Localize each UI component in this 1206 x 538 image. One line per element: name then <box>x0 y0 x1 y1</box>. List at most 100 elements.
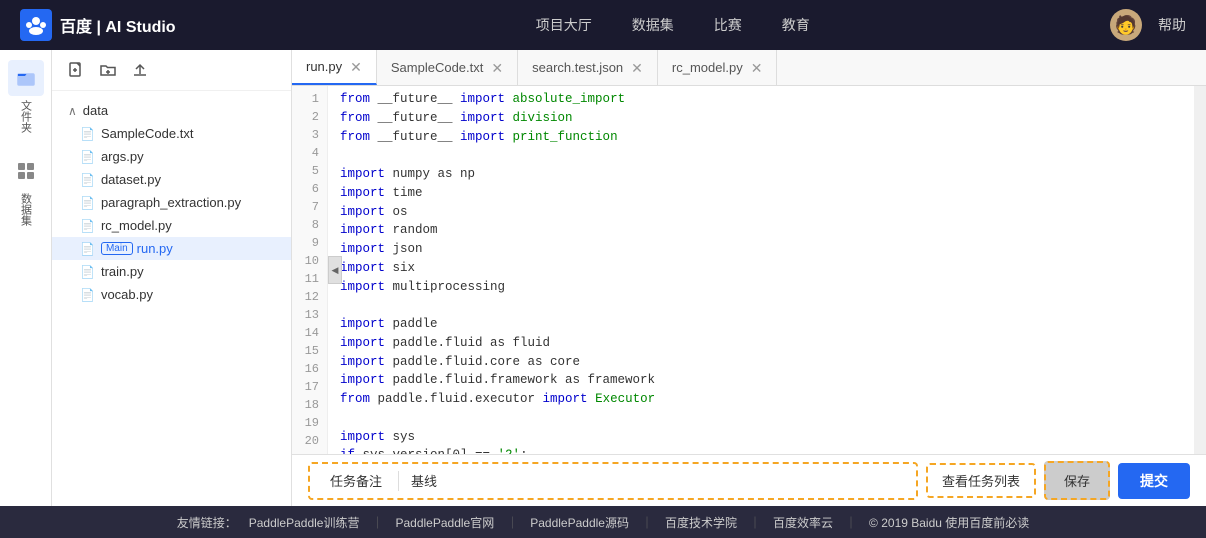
tree-item-rcmodel[interactable]: 📄 rc_model.py <box>52 214 291 237</box>
tree-folder-data[interactable]: ∧ data <box>52 99 291 122</box>
main-badge: Main <box>101 242 133 255</box>
code-line: import paddle.fluid.framework as framewo… <box>340 371 1182 390</box>
folder-icon <box>16 68 36 88</box>
code-line: import paddle.fluid.core as core <box>340 353 1182 372</box>
upload-button[interactable] <box>128 58 152 82</box>
footer-link-baiducloud[interactable]: 百度效率云 <box>773 514 833 531</box>
code-line: import sys <box>340 428 1182 447</box>
tree-item-runpy[interactable]: 📄 Main run.py <box>52 237 291 260</box>
file-name: run.py <box>137 241 173 256</box>
tab-samplecode[interactable]: SampleCode.txt ✕ <box>377 50 518 85</box>
code-line: from __future__ import division <box>340 109 1182 128</box>
code-line <box>340 296 1182 315</box>
file-name: paragraph_extraction.py <box>101 195 241 210</box>
task-note-container: 任务备注 基线 <box>308 462 918 500</box>
baidu-icon <box>20 9 52 41</box>
code-line: if sys.version[0] == '2': <box>340 446 1182 454</box>
footer-sep: ｜ <box>506 514 518 531</box>
file-name: rc_model.py <box>101 218 172 233</box>
code-line: from paddle.fluid.executor import Execut… <box>340 390 1182 409</box>
footer-link-paddlecamp[interactable]: PaddlePaddle训练营 <box>249 514 360 531</box>
new-folder-icon <box>100 62 116 78</box>
line-numbers: 123456789101112131415161718192021222324 <box>292 86 328 454</box>
help-link[interactable]: 帮助 <box>1158 15 1186 35</box>
tab-rcmodel[interactable]: rc_model.py ✕ <box>658 50 778 85</box>
file-icon: 📄 <box>80 219 95 233</box>
nav-item-competition[interactable]: 比赛 <box>714 15 742 35</box>
tab-close-searchtestjson[interactable]: ✕ <box>631 61 643 75</box>
editor-area: run.py ✕ SampleCode.txt ✕ search.test.js… <box>292 50 1206 506</box>
code-line: import json <box>340 240 1182 259</box>
new-folder-button[interactable] <box>96 58 120 82</box>
tab-close-rcmodel[interactable]: ✕ <box>751 61 763 75</box>
logo: 百度 | AI Studio <box>20 9 176 41</box>
nav-item-projects[interactable]: 项目大厅 <box>536 15 592 35</box>
grid-icon <box>16 161 36 181</box>
tree-item-train[interactable]: 📄 train.py <box>52 260 291 283</box>
task-note-label[interactable]: 任务备注 <box>318 467 394 494</box>
nav-item-education[interactable]: 教育 <box>782 15 810 35</box>
avatar[interactable]: 🧑 <box>1110 9 1142 41</box>
file-tree-label: 文件夹 <box>18 100 34 133</box>
tree-item-vocab[interactable]: 📄 vocab.py <box>52 283 291 306</box>
tree-item-dataset[interactable]: 📄 dataset.py <box>52 168 291 191</box>
line-number: 19 <box>292 414 319 432</box>
line-number: 5 <box>292 162 319 180</box>
tab-close-runpy[interactable]: ✕ <box>350 60 362 74</box>
sidebar-icons: 文件夹 数据集 <box>0 50 52 506</box>
line-number: 7 <box>292 198 319 216</box>
file-tree-button[interactable] <box>8 60 44 96</box>
tab-label: SampleCode.txt <box>391 60 484 75</box>
code-line: import random <box>340 221 1182 240</box>
baseline-label[interactable]: 基线 <box>403 467 908 494</box>
datasets-button[interactable] <box>8 153 44 189</box>
file-tree-content: ∧ data 📄 SampleCode.txt 📄 args.py 📄 data… <box>52 91 291 314</box>
file-icon: 📄 <box>80 173 95 187</box>
editor-tabs: run.py ✕ SampleCode.txt ✕ search.test.js… <box>292 50 1206 86</box>
line-number: 6 <box>292 180 319 198</box>
line-number: 16 <box>292 360 319 378</box>
file-icon: 📄 <box>80 150 95 164</box>
code-line: import os <box>340 203 1182 222</box>
file-name: vocab.py <box>101 287 153 302</box>
view-tasks-button[interactable]: 查看任务列表 <box>926 463 1036 498</box>
submit-button[interactable]: 提交 <box>1118 463 1190 499</box>
footer-link-paddlesrc[interactable]: PaddlePaddle源码 <box>530 514 629 531</box>
footer-sep: ｜ <box>845 514 857 531</box>
footer-link-paddleofficial[interactable]: PaddlePaddle官网 <box>395 514 494 531</box>
line-number: 10 <box>292 252 319 270</box>
save-button[interactable]: 保存 <box>1044 461 1110 500</box>
file-name: args.py <box>101 149 144 164</box>
sidebar-section-datasets: 数据集 <box>8 153 44 226</box>
collapse-arrow[interactable]: ◀ <box>328 256 342 284</box>
line-number: 12 <box>292 288 319 306</box>
file-name: train.py <box>101 264 144 279</box>
code-line <box>340 409 1182 428</box>
tab-searchtestjson[interactable]: search.test.json ✕ <box>518 50 658 85</box>
line-number: 1 <box>292 90 319 108</box>
code-content[interactable]: from __future__ import absolute_importfr… <box>328 86 1194 454</box>
tab-close-samplecode[interactable]: ✕ <box>491 61 503 75</box>
tree-item-samplecode[interactable]: 📄 SampleCode.txt <box>52 122 291 145</box>
logo-text: 百度 | AI Studio <box>60 13 176 37</box>
code-line: import multiprocessing <box>340 278 1182 297</box>
tree-item-args[interactable]: 📄 args.py <box>52 145 291 168</box>
code-line: import paddle <box>340 315 1182 334</box>
file-tree: ∧ data 📄 SampleCode.txt 📄 args.py 📄 data… <box>52 50 292 506</box>
tab-runpy[interactable]: run.py ✕ <box>292 50 377 85</box>
tree-item-paragraph[interactable]: 📄 paragraph_extraction.py <box>52 191 291 214</box>
new-file-button[interactable] <box>64 58 88 82</box>
scrollbar[interactable] <box>1194 86 1206 454</box>
nav-item-datasets[interactable]: 数据集 <box>632 15 674 35</box>
line-number: 13 <box>292 306 319 324</box>
code-line: from __future__ import absolute_import <box>340 90 1182 109</box>
file-tree-toolbar <box>52 50 291 91</box>
sidebar-section-files: 文件夹 <box>8 60 44 133</box>
footer-sep: ｜ <box>371 514 383 531</box>
footer-link-baidutechacademy[interactable]: 百度技术学院 <box>665 514 737 531</box>
chevron-down-icon: ∧ <box>68 104 77 118</box>
footer-copyright: © 2019 Baidu 使用百度前必读 <box>869 514 1029 531</box>
upload-icon <box>132 62 148 78</box>
code-line: import six <box>340 259 1182 278</box>
line-number: 20 <box>292 432 319 450</box>
